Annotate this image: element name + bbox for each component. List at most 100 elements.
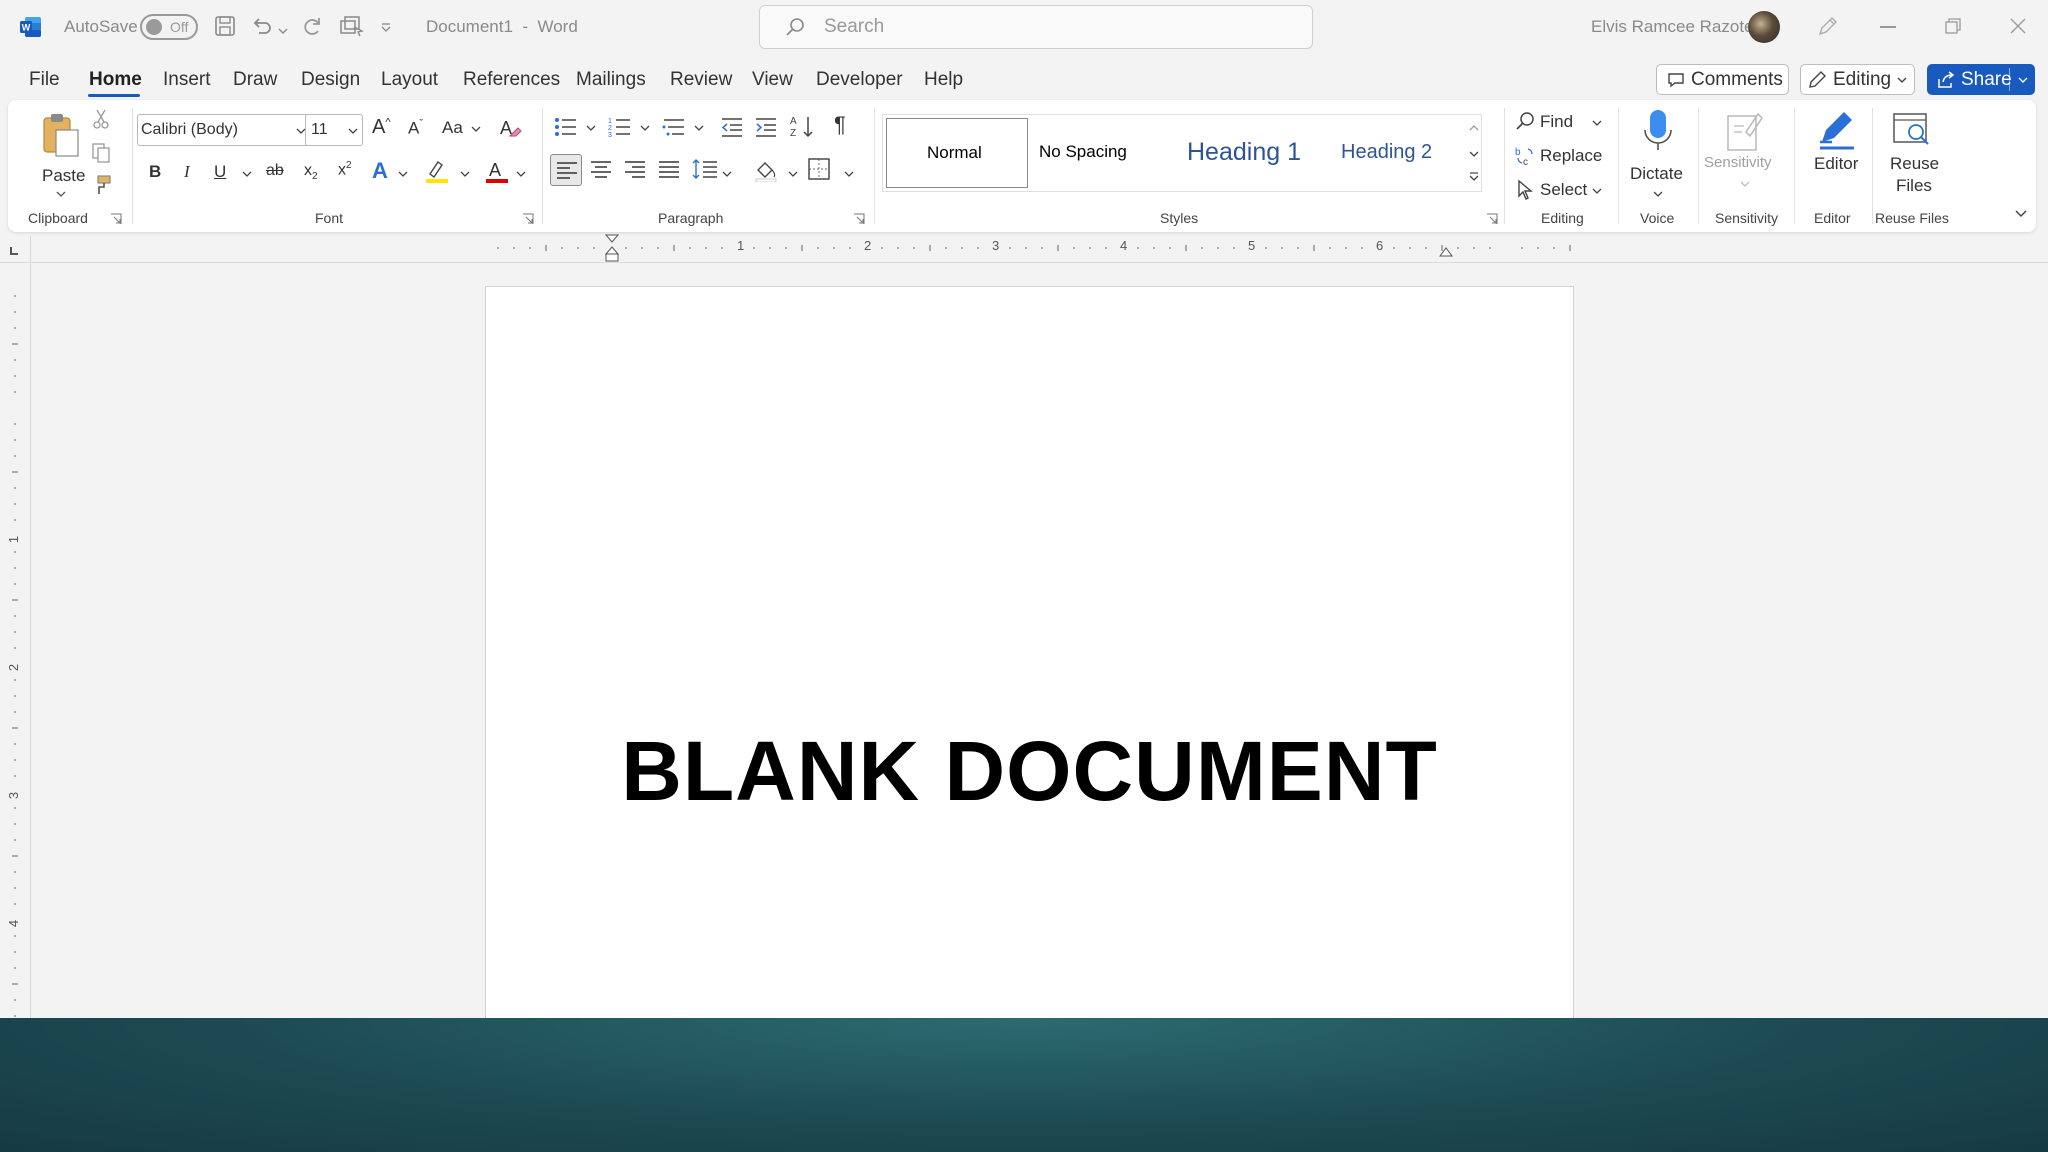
sensitivity-button[interactable]: Sensitivity <box>1704 108 1786 204</box>
chevron-down-icon[interactable] <box>722 170 732 178</box>
tab-references[interactable]: References <box>463 69 560 91</box>
touch-mode-icon[interactable] <box>340 15 365 42</box>
cut-icon[interactable] <box>90 108 112 135</box>
indent-marker-icon[interactable] <box>604 234 620 269</box>
paste-button[interactable]: Paste <box>32 108 90 198</box>
share-button[interactable]: Share <box>1927 64 2035 95</box>
tab-home[interactable]: Home <box>89 69 142 91</box>
select-button[interactable]: Select <box>1512 176 1612 204</box>
decrease-indent-icon[interactable] <box>720 116 744 143</box>
undo-dropdown-icon[interactable] <box>278 22 288 40</box>
show-formatting-marks-icon[interactable]: ¶ <box>834 112 846 138</box>
tab-selector-icon[interactable] <box>9 243 19 261</box>
underline-button[interactable]: U <box>214 162 226 182</box>
italic-button[interactable]: I <box>184 162 190 182</box>
clear-formatting-icon[interactable]: A <box>498 116 522 145</box>
styles-more-icon[interactable] <box>1468 170 1480 188</box>
tab-view[interactable]: View <box>752 69 793 91</box>
document-body-text[interactable]: BLANK DOCUMENT <box>486 723 1573 820</box>
editor-button[interactable]: Editor <box>1802 108 1866 204</box>
dialog-launcher-icon[interactable] <box>853 212 865 230</box>
chevron-down-icon[interactable] <box>2018 76 2028 84</box>
style-heading-1[interactable]: Heading 1 <box>1179 118 1329 188</box>
word-logo-icon[interactable]: W <box>20 16 42 38</box>
copy-icon[interactable] <box>90 142 112 169</box>
chevron-down-icon[interactable] <box>788 170 798 178</box>
document-page[interactable]: BLANK DOCUMENT <box>485 286 1574 1018</box>
tab-mailings[interactable]: Mailings <box>576 69 646 91</box>
format-painter-icon[interactable] <box>90 174 112 201</box>
search-box[interactable]: Search <box>759 5 1313 49</box>
style-heading-2[interactable]: Heading 2 <box>1333 118 1463 188</box>
numbering-icon[interactable]: 123 <box>608 116 634 143</box>
tab-design[interactable]: Design <box>301 69 360 91</box>
styles-scroll-up-icon[interactable] <box>1468 120 1480 138</box>
collapse-ribbon-icon[interactable] <box>2014 206 2028 224</box>
horizontal-ruler[interactable]: 1 2 3 4 5 6 <box>478 236 1578 260</box>
find-button[interactable]: Find <box>1512 108 1602 136</box>
tab-review[interactable]: Review <box>670 69 732 91</box>
chevron-down-icon[interactable] <box>844 170 854 178</box>
line-spacing-icon[interactable] <box>692 158 718 185</box>
justify-icon[interactable] <box>658 160 680 183</box>
tab-file[interactable]: File <box>29 69 60 91</box>
tab-layout[interactable]: Layout <box>381 69 438 91</box>
styles-scroll-down-icon[interactable] <box>1468 146 1480 164</box>
tab-draw[interactable]: Draw <box>233 69 277 91</box>
align-left-button[interactable] <box>550 154 582 186</box>
font-color-icon[interactable]: A <box>484 158 510 189</box>
highlight-color-icon[interactable] <box>424 158 450 189</box>
dictate-button[interactable]: Dictate <box>1626 108 1690 204</box>
avatar[interactable] <box>1748 11 1780 43</box>
shrink-font-icon[interactable]: Aˇ <box>408 118 423 139</box>
autosave-toggle[interactable]: Off <box>140 14 198 40</box>
dialog-launcher-icon[interactable] <box>522 212 534 230</box>
bullets-icon[interactable] <box>554 116 580 143</box>
tab-help[interactable]: Help <box>924 69 963 91</box>
save-icon[interactable] <box>214 15 236 42</box>
strikethrough-button[interactable]: ab <box>266 162 284 180</box>
tab-insert[interactable]: Insert <box>163 69 211 91</box>
align-right-icon[interactable] <box>624 160 646 183</box>
customize-qat-icon[interactable] <box>380 20 392 38</box>
subscript-button[interactable]: x2 <box>304 162 318 182</box>
increase-indent-icon[interactable] <box>754 116 778 143</box>
undo-icon[interactable] <box>250 14 274 43</box>
style-no-spacing[interactable]: No Spacing <box>1033 118 1173 188</box>
redo-icon[interactable] <box>300 14 324 43</box>
replace-button[interactable]: bc Replace <box>1512 142 1612 170</box>
chevron-down-icon[interactable] <box>694 124 704 132</box>
change-case-button[interactable]: Aa <box>442 118 481 138</box>
font-size-combo[interactable]: 11 <box>305 114 363 146</box>
chevron-down-icon[interactable] <box>516 170 526 178</box>
vertical-ruler[interactable]: 1 2 3 4 <box>6 278 24 1018</box>
chevron-down-icon[interactable] <box>586 124 596 132</box>
font-name-combo[interactable]: Calibri (Body) <box>137 114 311 146</box>
borders-icon[interactable] <box>808 158 830 185</box>
align-center-icon[interactable] <box>590 160 612 183</box>
minimize-icon[interactable] <box>1880 26 1896 28</box>
restore-icon[interactable] <box>1945 18 1961 39</box>
bold-button[interactable]: B <box>149 162 161 182</box>
reuse-files-button[interactable]: Reuse Files <box>1876 108 1948 204</box>
shading-icon[interactable] <box>754 158 778 187</box>
superscript-button[interactable]: x2 <box>338 160 352 179</box>
text-effects-icon[interactable]: A <box>372 158 388 184</box>
chevron-down-icon[interactable] <box>640 124 650 132</box>
right-indent-marker-icon[interactable] <box>1438 244 1454 263</box>
dialog-launcher-icon[interactable] <box>1486 212 1498 230</box>
multilevel-list-icon[interactable] <box>662 116 688 143</box>
sort-icon[interactable]: AZ <box>790 114 816 145</box>
coauthoring-pen-icon[interactable] <box>1816 14 1840 43</box>
chevron-down-icon[interactable] <box>460 170 470 178</box>
editing-mode-button[interactable]: Editing <box>1800 64 1915 95</box>
grow-font-icon[interactable]: A^ <box>372 116 391 139</box>
chevron-down-icon[interactable] <box>398 170 408 178</box>
close-icon[interactable] <box>2010 18 2026 39</box>
comments-button[interactable]: Comments <box>1656 64 1789 95</box>
dialog-launcher-icon[interactable] <box>110 212 122 230</box>
style-normal[interactable]: Normal <box>886 118 1028 188</box>
tab-developer[interactable]: Developer <box>816 69 903 91</box>
chevron-down-icon[interactable] <box>242 170 252 178</box>
user-name[interactable]: Elvis Ramcee Razote <box>1591 17 1754 37</box>
